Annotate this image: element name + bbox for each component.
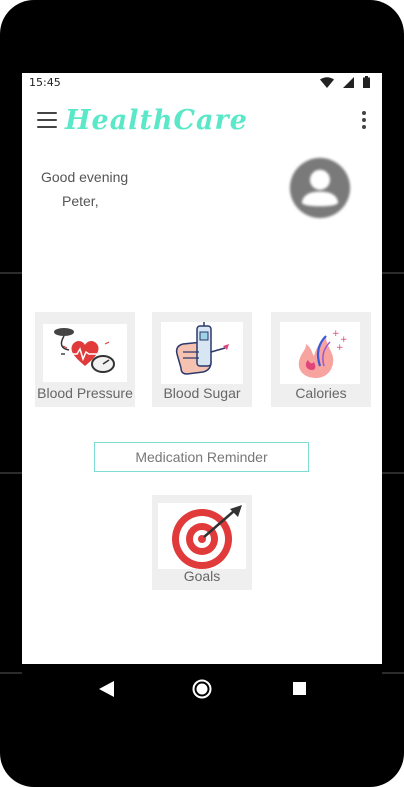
- tile-blood-sugar[interactable]: Blood Sugar: [152, 312, 252, 407]
- hamburger-menu-icon[interactable]: [37, 112, 59, 130]
- tile-label: Goals: [183, 568, 221, 584]
- greeting-text: Good evening: [41, 169, 129, 185]
- battery-icon: [363, 76, 370, 88]
- user-name: Peter,: [62, 193, 99, 209]
- glucose-meter-icon: [175, 322, 229, 375]
- frame-edge: [382, 672, 404, 674]
- back-icon[interactable]: [99, 681, 114, 697]
- tile-goals[interactable]: Goals: [152, 495, 252, 590]
- app-title: HealthCare: [65, 105, 248, 136]
- target-icon: [172, 505, 242, 569]
- overflow-menu-icon[interactable]: [360, 111, 368, 133]
- frame-edge: [382, 472, 404, 474]
- frame-edge: [0, 272, 22, 274]
- home-icon[interactable]: [192, 679, 212, 699]
- calories-image: + + +: [280, 322, 360, 384]
- navigation-bar: [22, 664, 382, 714]
- device-frame: 15:45 HealthCare Good evening Peter, Blo…: [0, 0, 404, 787]
- signal-icon: [343, 76, 354, 88]
- app-screen: 15:45 HealthCare Good evening Peter, Blo…: [22, 73, 382, 664]
- svg-text:+: +: [332, 329, 340, 339]
- frame-edge: [382, 272, 404, 274]
- frame-edge: [0, 472, 22, 474]
- flame-icon: + + +: [298, 329, 348, 378]
- medication-reminder-button[interactable]: Medication Reminder: [94, 442, 309, 472]
- avatar-icon[interactable]: [286, 157, 354, 219]
- recent-apps-icon[interactable]: [293, 682, 306, 695]
- svg-text:+: +: [336, 343, 344, 353]
- wifi-icon: [320, 76, 334, 88]
- tile-blood-pressure[interactable]: Blood Pressure: [35, 312, 135, 407]
- blood-sugar-image: [161, 322, 243, 384]
- tile-label: Blood Pressure: [37, 385, 133, 401]
- frame-edge: [0, 672, 22, 674]
- blood-pressure-image: [43, 324, 127, 382]
- tile-label: Blood Sugar: [163, 385, 241, 401]
- goals-image: [158, 503, 246, 569]
- tile-label: Calories: [295, 385, 347, 401]
- status-time: 15:45: [29, 76, 61, 89]
- blood-pressure-monitor-icon: [54, 328, 115, 373]
- status-bar: 15:45: [22, 73, 382, 93]
- app-bar: HealthCare: [22, 103, 382, 139]
- tile-calories[interactable]: + + + Calories: [271, 312, 371, 407]
- status-icons: [320, 76, 370, 88]
